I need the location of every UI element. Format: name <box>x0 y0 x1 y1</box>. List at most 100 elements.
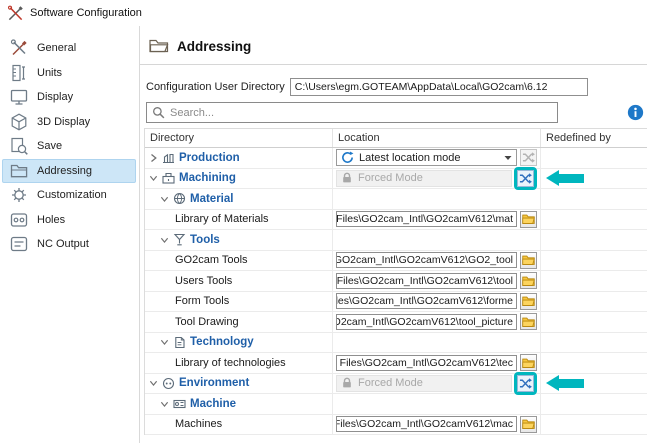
gear-icon <box>9 185 29 205</box>
column-header-directory[interactable]: Directory <box>145 129 333 147</box>
forced-mode-field: Forced Mode <box>336 170 512 187</box>
sidebar-item-label: NC Output <box>37 238 89 250</box>
browse-folder-button[interactable] <box>520 416 537 433</box>
chevron-down-icon[interactable] <box>160 337 169 347</box>
tree-label[interactable]: Technology <box>190 336 254 348</box>
chevron-down-icon[interactable] <box>160 235 169 245</box>
location-path-field[interactable]: am Files\GO2cam_Intl\GO2camV612\tool <box>336 273 517 289</box>
search-input[interactable] <box>170 107 552 119</box>
redefined-by-cell <box>541 415 647 435</box>
monitor-icon <box>9 87 29 107</box>
info-button[interactable] <box>627 104 644 121</box>
holes-icon <box>9 210 29 230</box>
sidebar-item-label: 3D Display <box>37 116 90 128</box>
redefined-by-cell <box>541 169 647 189</box>
tree-label[interactable]: Material <box>190 193 233 205</box>
tree-label[interactable]: GO2cam Tools <box>175 254 248 266</box>
column-header-location[interactable]: Location <box>333 129 541 147</box>
location-path-field[interactable]: ram Files\GO2cam_Intl\GO2camV612\tec <box>336 355 517 371</box>
location-path-field[interactable]: am Files\GO2cam_Intl\GO2camV612\mat <box>336 211 517 227</box>
redefined-by-cell <box>541 210 647 230</box>
sidebar-item-addressing[interactable]: Addressing <box>2 159 136 184</box>
redefined-by-cell <box>541 271 647 291</box>
tree-label[interactable]: Form Tools <box>175 295 229 307</box>
sidebar-item-nc-output[interactable]: NC Output <box>2 232 136 257</box>
redefined-by-cell <box>541 148 647 168</box>
redefined-by-cell <box>541 189 647 209</box>
software-configuration-window: Software Configuration General Units Dis… <box>0 0 647 443</box>
chevron-down-icon[interactable] <box>149 173 158 183</box>
table-row-technology: Technology <box>145 333 647 354</box>
header-divider <box>140 64 647 65</box>
swap-location-button[interactable] <box>517 170 534 187</box>
config-directory-row: Configuration User Directory C:\Users\eg… <box>146 78 588 96</box>
sidebar-item-units[interactable]: Units <box>2 61 136 86</box>
table-row-production: Production Latest location mode <box>145 148 647 169</box>
sidebar-item-display[interactable]: Display <box>2 85 136 110</box>
column-header-redefined-by[interactable]: Redefined by <box>541 129 647 147</box>
location-path-field[interactable]: \GO2cam_Intl\GO2camV612\tool_picture <box>336 314 517 330</box>
lock-icon <box>341 377 353 389</box>
search-box[interactable] <box>146 102 558 123</box>
chevron-down-icon[interactable] <box>149 378 158 388</box>
table-row-material: Material <box>145 189 647 210</box>
machining-icon <box>162 172 175 185</box>
table-row-machine: Machine <box>145 394 647 415</box>
table-row-users-tools: Users Tools am Files\GO2cam_Intl\GO2camV… <box>145 271 647 292</box>
nc-output-icon <box>9 234 29 254</box>
tree-label[interactable]: Machines <box>175 418 222 430</box>
sidebar-item-save[interactable]: Save <box>2 134 136 159</box>
browse-folder-button[interactable] <box>520 211 537 228</box>
technology-icon <box>173 336 186 349</box>
table-row-go2cam-tools: GO2cam Tools les\GO2cam_Intl\GO2camV612\… <box>145 251 647 272</box>
location-path-field[interactable]: am Files\GO2cam_Intl\GO2camV612\mac <box>336 416 517 432</box>
sidebar-item-customization[interactable]: Customization <box>2 183 136 208</box>
chevron-right-icon[interactable] <box>149 153 158 163</box>
tree-label[interactable]: Machining <box>179 172 236 184</box>
sidebar-item-3d-display[interactable]: 3D Display <box>2 110 136 135</box>
tree-label[interactable]: Tools <box>190 234 220 246</box>
redefined-by-cell <box>541 353 647 373</box>
location-path-field[interactable]: les\GO2cam_Intl\GO2camV612\GO2_tool <box>336 252 517 268</box>
window-titlebar: Software Configuration <box>0 0 647 26</box>
environment-icon <box>162 377 175 390</box>
table-row-machining: Machining Forced Mode <box>145 169 647 190</box>
save-search-icon <box>9 136 29 156</box>
tree-label[interactable]: Library of Materials <box>175 213 269 225</box>
sidebar-item-holes[interactable]: Holes <box>2 208 136 233</box>
tree-label[interactable]: Environment <box>179 377 249 389</box>
location-mode-select[interactable]: Latest location mode <box>336 149 517 166</box>
tree-label[interactable]: Tool Drawing <box>175 316 239 328</box>
tool-holder-icon <box>173 233 186 246</box>
table-row-environment: Environment Forced Mode <box>145 374 647 395</box>
chevron-down-icon[interactable] <box>160 399 169 409</box>
config-directory-label: Configuration User Directory <box>146 81 285 93</box>
table-row-library-of-technologies: Library of technologies ram Files\GO2cam… <box>145 353 647 374</box>
sidebar-item-label: Display <box>37 91 73 103</box>
sidebar-item-label: Customization <box>37 189 107 201</box>
swap-location-button[interactable] <box>517 375 534 392</box>
browse-folder-button[interactable] <box>520 293 537 310</box>
lock-icon <box>341 172 353 184</box>
sidebar-item-general[interactable]: General <box>2 36 136 61</box>
config-directory-field[interactable]: C:\Users\egm.GOTEAM\AppData\Local\GO2cam… <box>290 78 588 96</box>
browse-folder-button[interactable] <box>520 354 537 371</box>
tree-label[interactable]: Library of technologies <box>175 357 286 369</box>
highlight-box <box>514 372 537 395</box>
sidebar-item-label: Holes <box>37 214 65 226</box>
general-tools-icon <box>9 38 29 58</box>
location-path-field[interactable]: n Files\GO2cam_Intl\GO2camV612\forme <box>336 293 517 309</box>
browse-folder-button[interactable] <box>520 313 537 330</box>
highlight-box <box>514 167 537 190</box>
tree-label[interactable]: Users Tools <box>175 275 232 287</box>
browse-folder-button[interactable] <box>520 272 537 289</box>
tree-label[interactable]: Production <box>179 152 240 164</box>
swap-location-button[interactable] <box>520 149 537 166</box>
tree-label[interactable]: Machine <box>190 398 236 410</box>
settings-sidebar: General Units Display 3D Display Save Ad… <box>0 26 138 443</box>
browse-folder-button[interactable] <box>520 252 537 269</box>
app-tools-icon <box>7 5 24 22</box>
redefined-by-cell <box>541 251 647 271</box>
redefined-by-cell <box>541 394 647 414</box>
chevron-down-icon[interactable] <box>160 194 169 204</box>
